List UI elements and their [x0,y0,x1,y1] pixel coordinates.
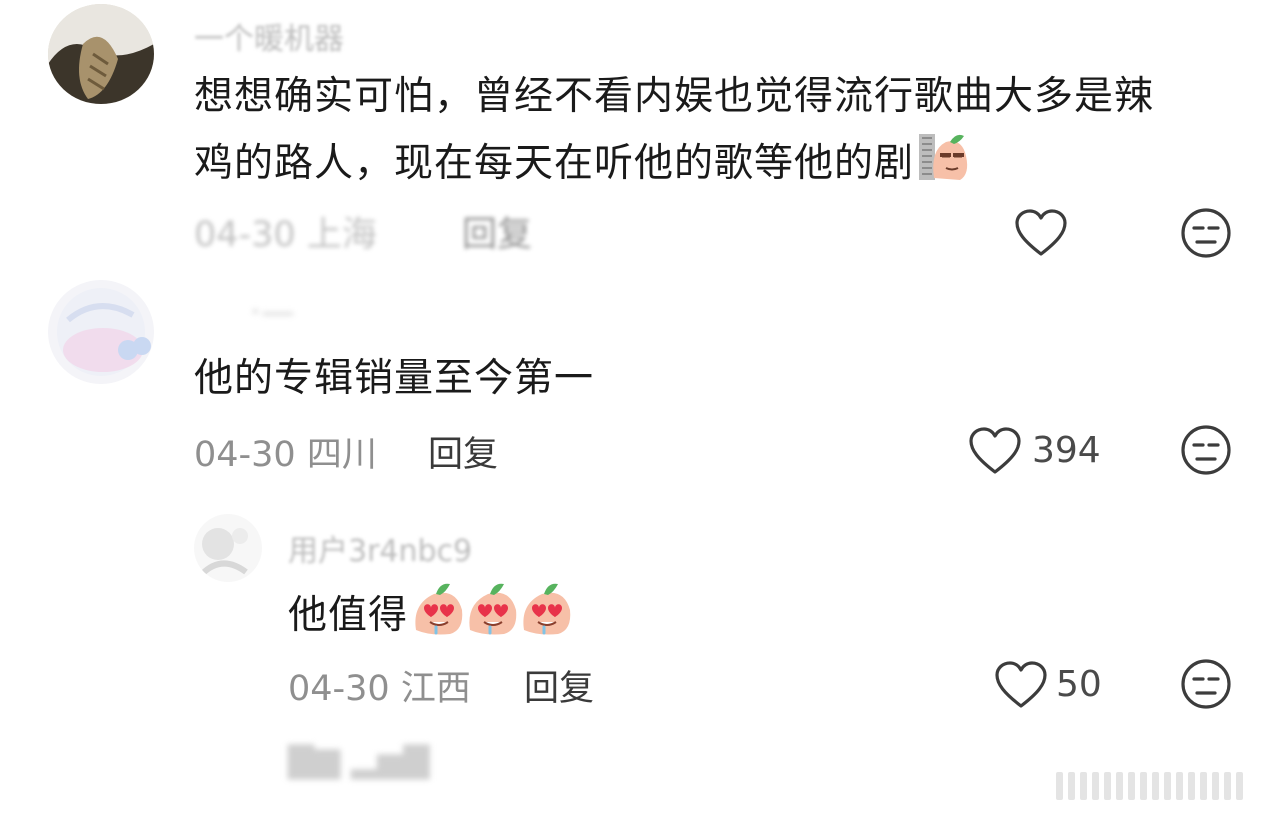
comment-text-line: 鸡的路人，现在每天在听他的歌等他的剧 [194,141,915,186]
comment-text: 想想确实可怕，曾经不看内娱也觉得流行歌曲大多是辣 鸡的路人，现在每天在听他的歌等… [194,66,1234,203]
neutral-face-icon[interactable] [1180,424,1232,476]
commenter-name[interactable]: 一个暖机器 [194,14,344,58]
like-count: 50 [1056,664,1102,705]
watermark [1056,772,1266,804]
peach-doge-emoji [916,128,972,203]
comment-text-line: 想想确实可怕，曾经不看内娱也觉得流行歌曲大多是辣 [194,74,1155,119]
neutral-face-icon[interactable] [1180,658,1232,710]
comment-meta: 04-30 江西 [288,669,471,709]
heart-icon[interactable] [1014,208,1068,258]
commenter-name[interactable]: 用户3r4nbc9 [288,526,472,570]
reply-button[interactable]: 回复 [524,660,594,711]
peach-heart-eyes-emoji [410,580,572,655]
reply-button[interactable]: 回复 [462,206,532,257]
avatar[interactable] [194,514,262,582]
like-count: 394 [1032,430,1101,471]
blurred-comment-preview: ▇▆ ▂▅▇ [288,740,430,780]
reply-button[interactable]: 回复 [428,426,498,477]
heart-icon[interactable] [994,660,1048,710]
avatar[interactable] [48,4,154,104]
comment-meta: 04-30 四川 [194,435,377,475]
comment-text-body: 他值得 [288,593,409,638]
neutral-face-icon[interactable] [1180,207,1232,259]
comment-text: 他的专辑销量至今第一 [194,356,595,401]
comment-meta: 04-30 上海 [194,215,377,255]
comment-text-line-2: 鸡的路人，现在每天在听他的歌等他的剧 [194,128,1234,203]
comment-text: 他值得 [288,580,572,655]
blurred-username: ·— [250,292,295,332]
heart-icon[interactable] [968,426,1022,476]
avatar[interactable] [48,280,154,384]
